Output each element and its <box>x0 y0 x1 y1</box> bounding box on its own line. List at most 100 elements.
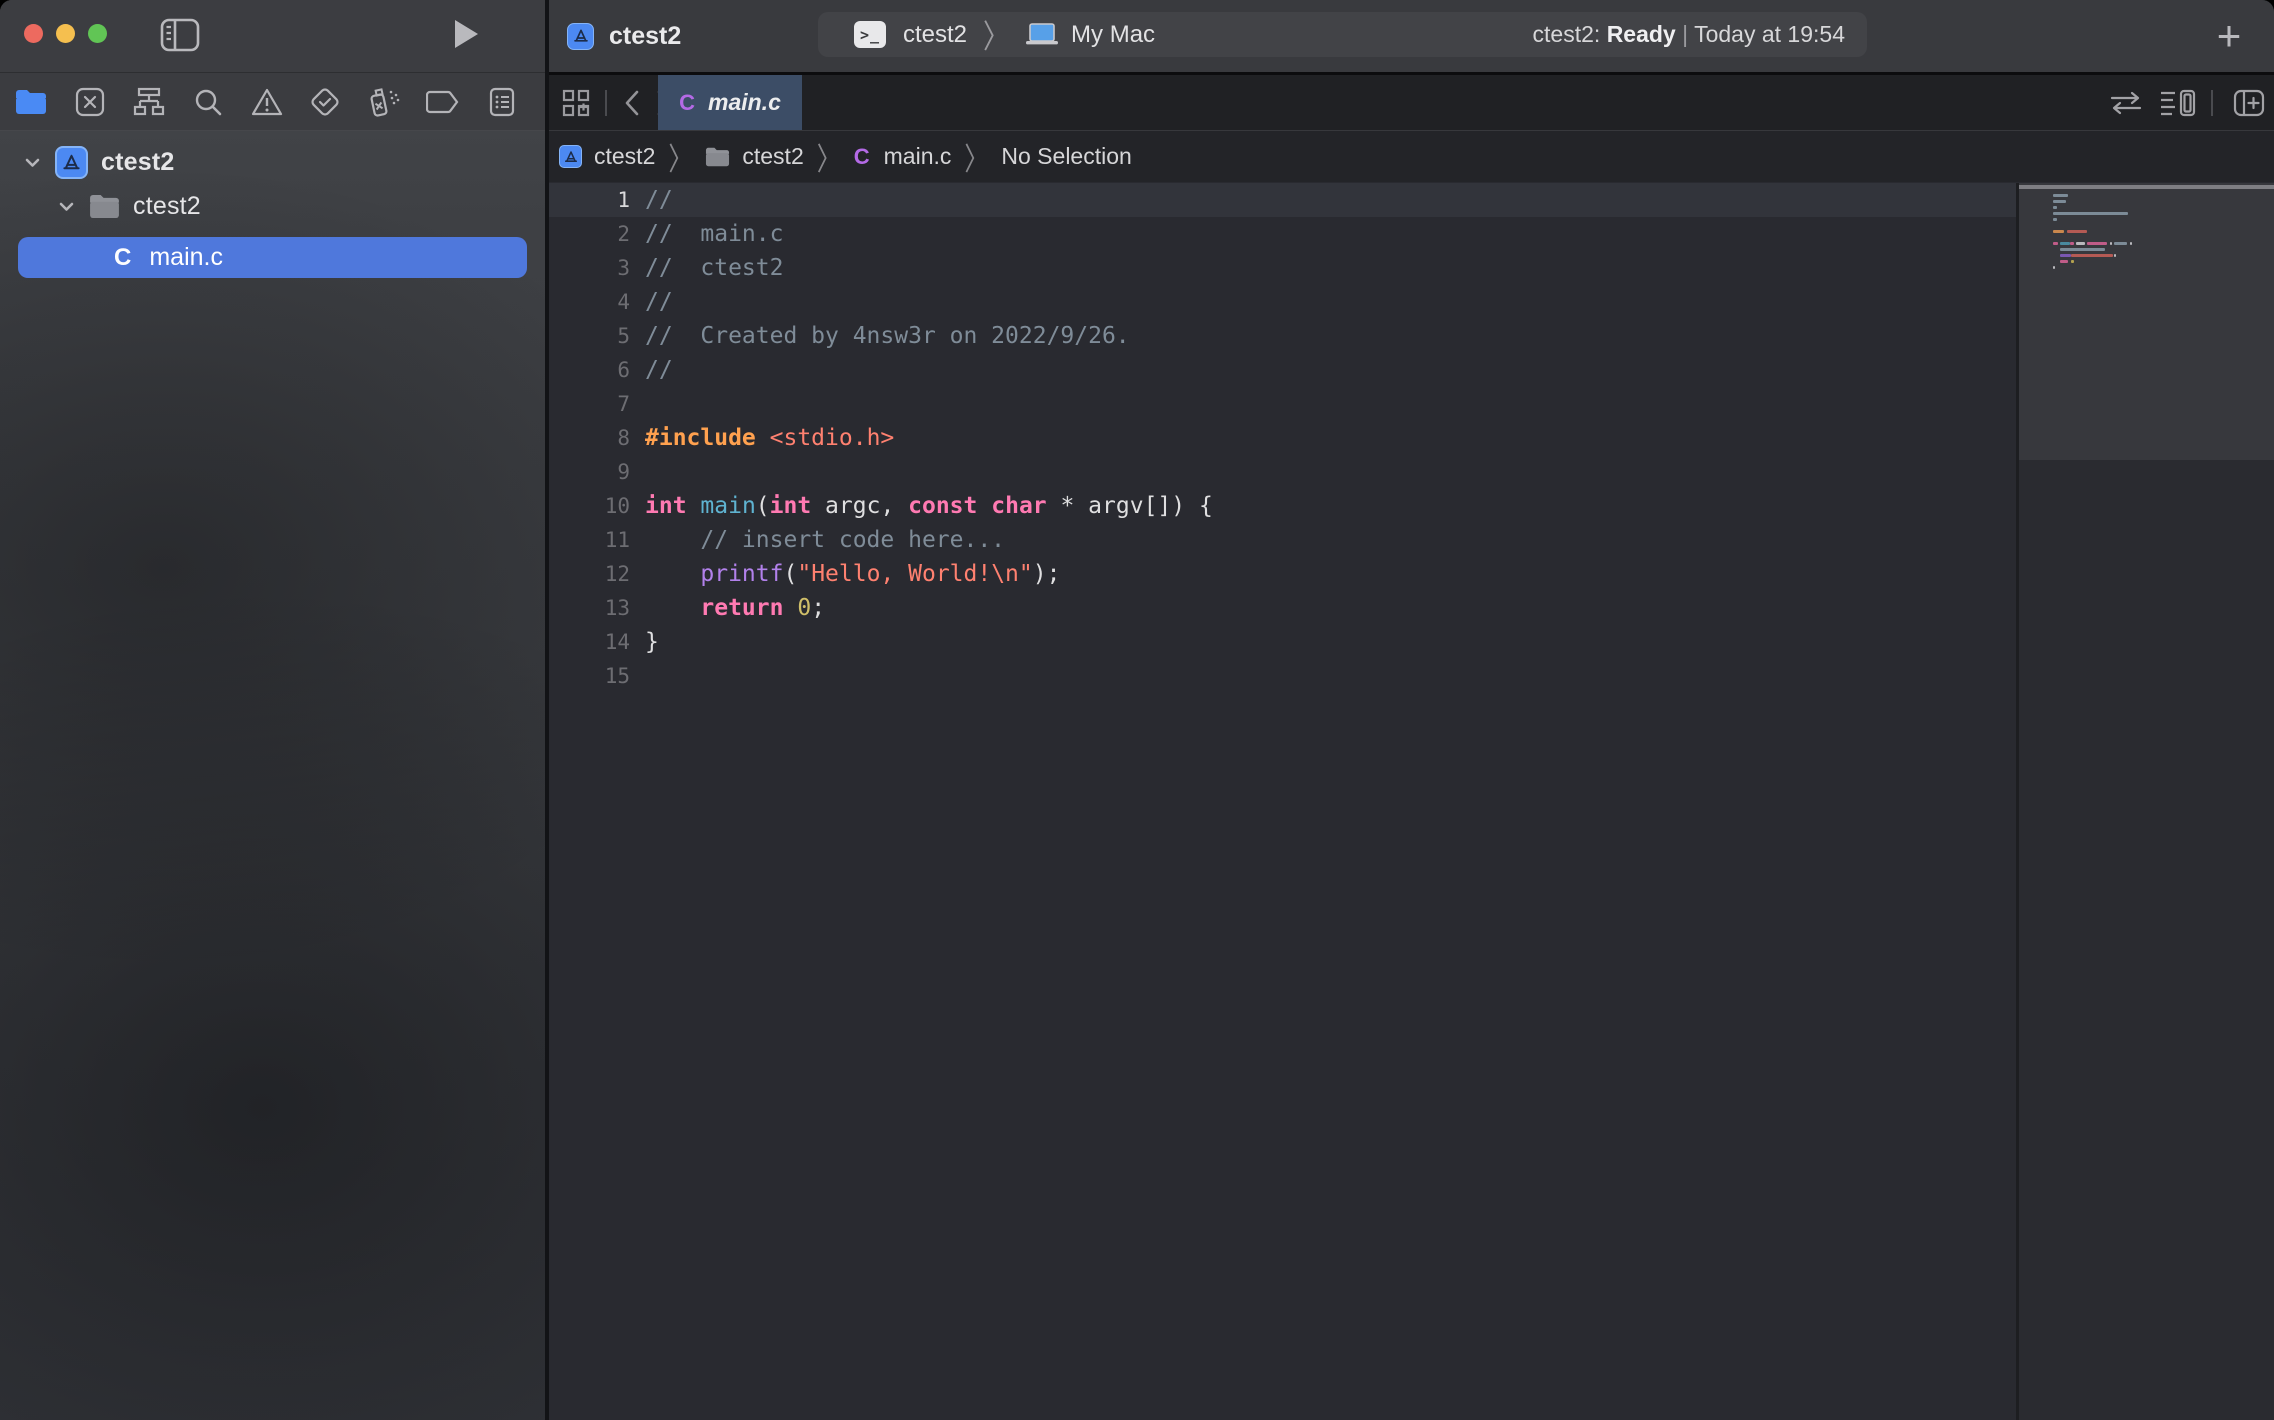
code-line[interactable]: 1// <box>549 183 2016 217</box>
terminal-icon: >_ <box>854 21 886 48</box>
code-review-icon[interactable] <box>2154 75 2202 130</box>
breakpoint-tag-icon[interactable] <box>426 85 460 119</box>
project-app-icon <box>559 145 582 168</box>
back-chevron-icon[interactable] <box>615 75 649 130</box>
jumpbar-item[interactable]: No Selection <box>1001 143 1131 170</box>
code-text: // <box>630 183 673 217</box>
code-line[interactable]: 4// <box>549 285 2016 319</box>
line-number: 2 <box>549 217 630 251</box>
code-line[interactable]: 5// Created by 4nsw3r on 2022/9/26. <box>549 319 2016 353</box>
minimap-line-segment <box>2060 248 2105 251</box>
line-number: 12 <box>549 557 630 591</box>
tree-row-main-c-selected[interactable]: C main.c <box>18 237 527 278</box>
tree-row-group[interactable]: ctest2 <box>0 184 545 228</box>
minimap-line-segment <box>2076 242 2085 245</box>
symbol-hierarchy-icon[interactable] <box>132 85 166 119</box>
project-app-icon <box>55 146 88 179</box>
minimize-button[interactable] <box>56 24 75 43</box>
code-line[interactable]: 6// <box>549 353 2016 387</box>
code-line[interactable]: 11 // insert code here... <box>549 523 2016 557</box>
line-number: 13 <box>549 591 630 625</box>
jumpbar-item[interactable]: ctest2 <box>594 143 655 170</box>
line-number: 9 <box>549 455 630 489</box>
code-line[interactable]: 13 return 0; <box>549 591 2016 625</box>
code-text: int main(int argc, const char * argv[]) … <box>630 489 1213 523</box>
related-items-grid-icon[interactable] <box>555 75 597 130</box>
line-number: 5 <box>549 319 630 353</box>
disclosure-chevron-icon[interactable] <box>24 154 41 171</box>
code-line[interactable]: 2// main.c <box>549 217 2016 251</box>
line-number: 14 <box>549 625 630 659</box>
line-number: 11 <box>549 523 630 557</box>
line-number: 6 <box>549 353 630 387</box>
debug-spray-icon[interactable] <box>367 85 401 119</box>
code-text <box>630 659 645 693</box>
report-list-icon[interactable] <box>485 85 519 119</box>
code-line[interactable]: 15 <box>549 659 2016 693</box>
minimap-current-line <box>2019 185 2274 189</box>
minimap-line-segment <box>2110 242 2112 245</box>
code-line[interactable]: 14} <box>549 625 2016 659</box>
jumpbar-item[interactable]: ctest2 <box>742 143 803 170</box>
navigator-sidebar: ctest2 ctest2 C main.c <box>0 0 545 1420</box>
minimap[interactable] <box>2019 183 2274 1420</box>
minimap-line-segment <box>2053 212 2128 215</box>
play-icon[interactable] <box>452 18 480 50</box>
project-navigator-tree: ctest2 ctest2 <box>0 140 545 228</box>
minimap-line-segment <box>2087 242 2107 245</box>
tab-main-c[interactable]: C main.c <box>658 75 802 130</box>
chevron-separator: 〉 <box>964 134 988 180</box>
source-control-icon[interactable] <box>73 85 107 119</box>
tree-label[interactable]: ctest2 <box>133 192 201 221</box>
scheme-destination[interactable]: My Mac <box>1071 21 1155 49</box>
tree-label[interactable]: ctest2 <box>101 148 174 177</box>
scheme-target[interactable]: ctest2 <box>903 21 967 49</box>
sidebar-toggle-icon[interactable] <box>160 17 200 53</box>
disclosure-chevron-icon[interactable] <box>58 198 75 215</box>
test-diamond-check-icon[interactable] <box>308 85 342 119</box>
code-text: // <box>630 353 673 387</box>
chevron-separator: 〉 <box>983 11 1009 57</box>
close-button[interactable] <box>24 24 43 43</box>
tree-label[interactable]: main.c <box>149 243 223 272</box>
minimap-line-segment <box>2070 242 2074 245</box>
code-text: // <box>630 285 673 319</box>
code-line[interactable]: 12 printf("Hello, World!\n"); <box>549 557 2016 591</box>
minimap-line-segment <box>2053 194 2068 197</box>
window-title: ctest2 <box>609 22 681 51</box>
code-text: // Created by 4nsw3r on 2022/9/26. <box>630 319 1130 353</box>
code-text: } <box>630 625 659 659</box>
xcode-window: ctest2 ctest2 C main.c <box>0 0 2274 1420</box>
minimap-line-segment <box>2114 242 2127 245</box>
laptop-icon <box>1025 22 1059 47</box>
code-line[interactable]: 7 <box>549 387 2016 421</box>
code-line[interactable]: 3// ctest2 <box>549 251 2016 285</box>
minimap-line-segment <box>2060 242 2070 245</box>
minimap-line-segment <box>2130 242 2132 245</box>
tabbar-separator <box>605 90 607 116</box>
add-editor-icon[interactable] <box>2227 75 2271 130</box>
code-line[interactable]: 9 <box>549 455 2016 489</box>
search-icon[interactable] <box>191 85 225 119</box>
line-number: 1 <box>549 183 630 217</box>
activity-status: ctest2: Ready | Today at 19:54 <box>1533 21 1845 48</box>
swap-editors-icon[interactable] <box>2104 75 2148 130</box>
tab-label: main.c <box>708 89 781 116</box>
source-editor[interactable]: 1//2// main.c3// ctest24//5// Created by… <box>549 183 2016 693</box>
code-line[interactable]: 10int main(int argc, const char * argv[]… <box>549 489 2016 523</box>
c-file-icon: C <box>679 90 695 116</box>
folder-icon <box>705 147 730 167</box>
code-line[interactable]: 8#include <stdio.h> <box>549 421 2016 455</box>
library-add-button[interactable]: + <box>2209 16 2249 56</box>
project-navigator-folder-icon[interactable] <box>14 85 48 119</box>
minimap-line-segment <box>2053 206 2057 209</box>
line-number: 3 <box>549 251 630 285</box>
scheme-status-pill[interactable]: >_ ctest2 〉 My Mac ctest2: Ready | Today… <box>818 12 1867 57</box>
zoom-button[interactable] <box>88 24 107 43</box>
code-text: #include <stdio.h> <box>630 421 894 455</box>
tree-row-project[interactable]: ctest2 <box>0 140 545 184</box>
issue-warning-icon[interactable] <box>250 85 284 119</box>
code-text: printf("Hello, World!\n"); <box>630 557 1060 591</box>
minimap-line-segment <box>2053 242 2058 245</box>
jumpbar-item[interactable]: main.c <box>884 143 952 170</box>
